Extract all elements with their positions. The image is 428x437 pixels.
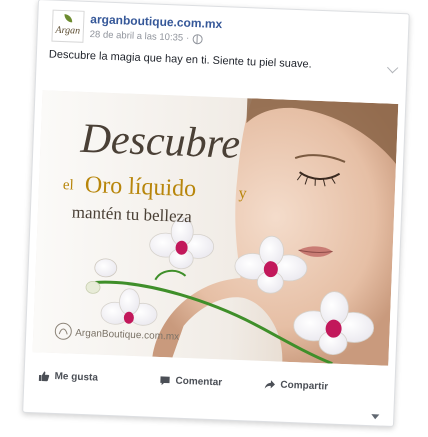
comment-label: Comentar (175, 375, 223, 389)
share-button[interactable]: Compartir (264, 379, 328, 392)
leaf-logo-icon (64, 14, 73, 23)
post-meta: 28 de abril a las 10:35 · (90, 29, 203, 44)
post-timestamp[interactable]: 28 de abril a las 10:35 (90, 29, 184, 44)
ad-image: Descubre el Oro líquido y mantén tu bell… (32, 90, 399, 366)
comment-button[interactable]: Comentar (159, 375, 222, 388)
like-label: Me gusta (54, 370, 99, 384)
page-avatar[interactable]: Argan (51, 9, 85, 43)
line2-suffix: y (238, 185, 247, 202)
meta-separator: · (185, 32, 190, 44)
chevron-down-icon[interactable] (387, 62, 399, 74)
more-options-chevron-icon[interactable] (371, 414, 380, 420)
page-name-link[interactable]: arganboutique.com.mx (90, 12, 222, 31)
globe-icon[interactable] (192, 33, 203, 44)
post-photo[interactable]: Descubre el Oro líquido y mantén tu bell… (32, 90, 399, 366)
thumbs-up-icon (38, 371, 50, 382)
headline-text: Descubre (79, 116, 241, 168)
like-button[interactable]: Me gusta (38, 370, 99, 384)
screenshot-stage: Argan arganboutique.com.mx 28 de abril a… (0, 0, 428, 437)
share-label: Compartir (280, 379, 329, 393)
comment-bubble-icon (160, 376, 170, 386)
avatar-logo-text: Argan (55, 24, 81, 37)
line2-emphasis: Oro líquido (84, 172, 196, 202)
facebook-post-card: Argan arganboutique.com.mx 28 de abril a… (22, 0, 410, 428)
line2-prefix: el (63, 177, 74, 193)
post-text: Descubre la magia que hay en ti. Siente … (48, 48, 312, 71)
share-arrow-icon (264, 380, 275, 389)
